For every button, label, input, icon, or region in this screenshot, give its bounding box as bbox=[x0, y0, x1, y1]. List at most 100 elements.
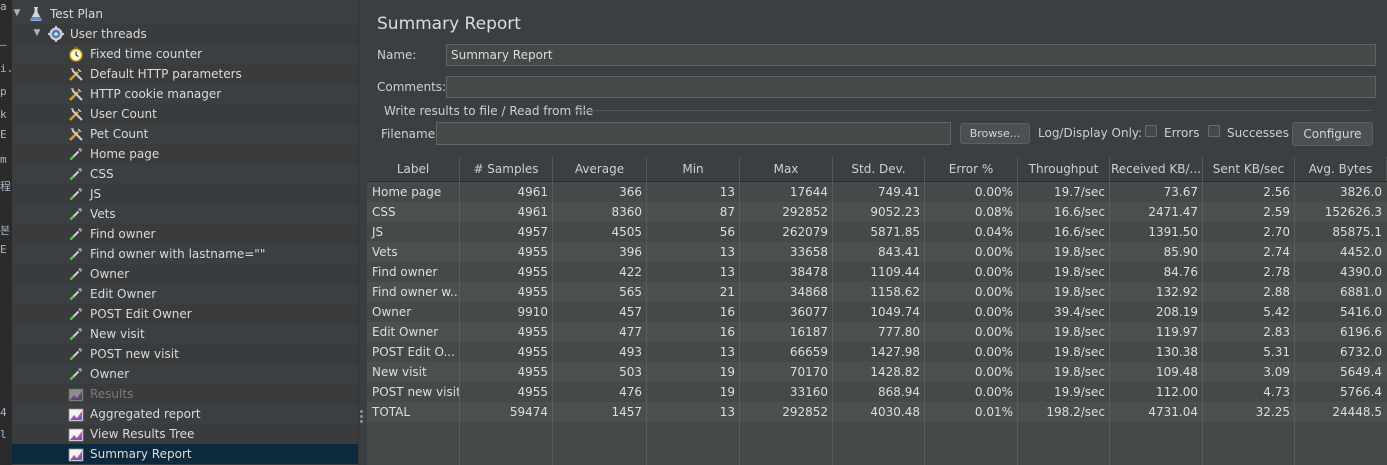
table-row[interactable]: Vets 4955 396 13 33658 843.41 0.00% 19.8/sec 85.… bbox=[367, 242, 1387, 262]
table-row[interactable]: POST new visit 4955 476 19 33160 868.94 0.00% 1… bbox=[367, 382, 1387, 402]
table-cell: 24448.5 bbox=[1332, 405, 1382, 419]
successes-checkbox[interactable] bbox=[1208, 125, 1220, 137]
pane-splitter[interactable] bbox=[358, 0, 367, 465]
tree-item-user-threads[interactable]: ▼ User threads bbox=[12, 24, 358, 44]
table-row[interactable]: Find owner 4955 422 13 38478 1109.44 0.00% 19.8… bbox=[367, 262, 1387, 282]
column-header[interactable]: Avg. Bytes bbox=[1295, 157, 1387, 181]
table-cell: 396 bbox=[619, 245, 642, 259]
table-cell: 2.59 bbox=[1263, 205, 1290, 219]
pipette-icon bbox=[68, 366, 84, 382]
table-cell: 4955 bbox=[517, 265, 548, 279]
tree-item-find-owner-with-lastname[interactable]: Find owner with lastname="" bbox=[12, 244, 358, 264]
tree-item-label: Home page bbox=[90, 147, 160, 161]
table-cell: 868.94 bbox=[878, 385, 920, 399]
table-cell: 19.8/sec bbox=[1054, 345, 1105, 359]
column-header[interactable]: Average bbox=[553, 157, 647, 181]
tree-item-edit-owner[interactable]: Edit Owner bbox=[12, 284, 358, 304]
expand-arrow-icon[interactable]: ▼ bbox=[12, 8, 22, 18]
errors-checkbox[interactable] bbox=[1145, 125, 1157, 137]
pipette-icon bbox=[68, 246, 84, 262]
column-header[interactable]: Std. Dev. bbox=[833, 157, 925, 181]
tree-item-http-cookie-manager[interactable]: HTTP cookie manager bbox=[12, 84, 358, 104]
editor-edge-glyph: m bbox=[0, 153, 7, 166]
table-cell: 0.01% bbox=[974, 405, 1013, 419]
table-cell: 4955 bbox=[517, 285, 548, 299]
table-row[interactable]: POST Edit O... 4955 493 13 66659 1427.98 0.00%… bbox=[367, 342, 1387, 362]
table-cell: Home page bbox=[372, 185, 442, 199]
editor-edge: a – i. p k Em 程 본 E 4 l bbox=[0, 0, 13, 465]
comments-field[interactable] bbox=[446, 76, 1376, 98]
table-cell: 152626.3 bbox=[1324, 205, 1382, 219]
tree-item-label: Vets bbox=[90, 207, 116, 221]
table-cell: 1457 bbox=[611, 405, 642, 419]
tree-item-summary-report[interactable]: Summary Report bbox=[12, 444, 358, 464]
table-cell: 1428.82 bbox=[870, 365, 920, 379]
table-cell: 34868 bbox=[789, 285, 828, 299]
column-header[interactable]: Error % bbox=[925, 157, 1018, 181]
tree-item-js[interactable]: JS bbox=[12, 184, 358, 204]
table-cell: 16 bbox=[719, 325, 735, 339]
table-cell: 1049.74 bbox=[870, 305, 920, 319]
table-cell: 2.78 bbox=[1263, 265, 1290, 279]
table-cell: 5871.85 bbox=[870, 225, 920, 239]
table-cell: 2.56 bbox=[1263, 185, 1290, 199]
tree-item-post-new-visit[interactable]: POST new visit bbox=[12, 344, 358, 364]
editor-edge-glyph: k bbox=[0, 108, 7, 121]
table-cell: 843.41 bbox=[878, 245, 920, 259]
tree-item-new-visit[interactable]: New visit bbox=[12, 324, 358, 344]
tree-item-results[interactable]: Results bbox=[12, 384, 358, 404]
name-field[interactable]: Summary Report bbox=[446, 44, 1376, 66]
table-cell: 457 bbox=[619, 305, 642, 319]
editor-edge-glyph: E bbox=[0, 243, 7, 256]
table-cell: 130.38 bbox=[1156, 345, 1198, 359]
column-header[interactable]: Min bbox=[647, 157, 740, 181]
tree-item-post-edit-owner[interactable]: POST Edit Owner bbox=[12, 304, 358, 324]
table-row[interactable]: Edit Owner 4955 477 16 16187 777.80 0.00% 19.8/… bbox=[367, 322, 1387, 342]
table-cell: 19.8/sec bbox=[1054, 365, 1105, 379]
column-header[interactable]: Throughput bbox=[1018, 157, 1110, 181]
table-cell: 85875.1 bbox=[1332, 225, 1382, 239]
table-cell: 0.00% bbox=[974, 245, 1013, 259]
column-header[interactable]: Label bbox=[367, 157, 460, 181]
section-divider bbox=[573, 110, 1373, 111]
table-cell: 16187 bbox=[789, 325, 828, 339]
browse-button[interactable]: Browse... bbox=[960, 123, 1030, 144]
configure-button[interactable]: Configure bbox=[1292, 122, 1373, 146]
column-header[interactable]: Max bbox=[740, 157, 833, 181]
table-cell: New visit bbox=[372, 365, 427, 379]
tree-item-default-http-parameters[interactable]: Default HTTP parameters bbox=[12, 64, 358, 84]
table-cell: 16 bbox=[719, 305, 735, 319]
tree-item-label: Owner bbox=[90, 367, 130, 381]
tree-item-home-page[interactable]: Home page bbox=[12, 144, 358, 164]
table-row[interactable]: Owner 9910 457 16 36077 1049.74 0.00% 39.4/sec 2… bbox=[367, 302, 1387, 322]
filename-field[interactable] bbox=[436, 122, 951, 145]
table-row[interactable]: Home page 4961 366 13 17644 749.41 0.00% 19.7/s… bbox=[367, 182, 1387, 202]
tree-item-test-plan[interactable]: ▼ Test Plan bbox=[12, 4, 358, 24]
table-row[interactable]: New visit 4955 503 19 70170 1428.82 0.00% 19.8/… bbox=[367, 362, 1387, 382]
table-row[interactable]: CSS 4961 8360 87 292852 9052.23 0.08% 16.6/sec 2… bbox=[367, 202, 1387, 222]
test-plan-tree[interactable]: ▼ Test Plan ▼ User threads Fixed time counte… bbox=[12, 0, 358, 465]
column-header[interactable]: Received KB/... bbox=[1110, 157, 1203, 181]
tree-item-css[interactable]: CSS bbox=[12, 164, 358, 184]
tree-item-vets[interactable]: Vets bbox=[12, 204, 358, 224]
splitter-grip-icon[interactable] bbox=[360, 410, 364, 425]
tree-item-aggregated-report[interactable]: Aggregated report bbox=[12, 404, 358, 424]
tree-item-fixed-time-counter[interactable]: Fixed time counter bbox=[12, 44, 358, 64]
tree-item-owner[interactable]: Owner bbox=[12, 264, 358, 284]
wrench-icon bbox=[68, 126, 84, 142]
column-header[interactable]: Sent KB/sec bbox=[1203, 157, 1295, 181]
tree-item-view-results-tree[interactable]: View Results Tree bbox=[12, 424, 358, 444]
editor-edge-glyph: 4 bbox=[0, 406, 7, 419]
column-header[interactable]: # Samples bbox=[460, 157, 553, 181]
tree-item-pet-count[interactable]: Pet Count bbox=[12, 124, 358, 144]
table-cell: 21 bbox=[719, 285, 735, 299]
table-cell: 6196.6 bbox=[1340, 325, 1382, 339]
expand-arrow-icon[interactable]: ▼ bbox=[32, 28, 42, 38]
table-row[interactable]: JS 4957 4505 56 262079 5871.85 0.04% 16.6/sec 13… bbox=[367, 222, 1387, 242]
table-row[interactable]: Find owner w... 4955 565 21 34868 1158.62 0.00… bbox=[367, 282, 1387, 302]
table-cell: 4731.04 bbox=[1148, 405, 1198, 419]
table-total-row[interactable]: TOTAL 59474 1457 13 292852 4030.48 0.01% 198.2/… bbox=[367, 402, 1387, 422]
tree-item-find-owner[interactable]: Find owner bbox=[12, 224, 358, 244]
tree-item-user-count[interactable]: User Count bbox=[12, 104, 358, 124]
tree-item-owner[interactable]: Owner bbox=[12, 364, 358, 384]
